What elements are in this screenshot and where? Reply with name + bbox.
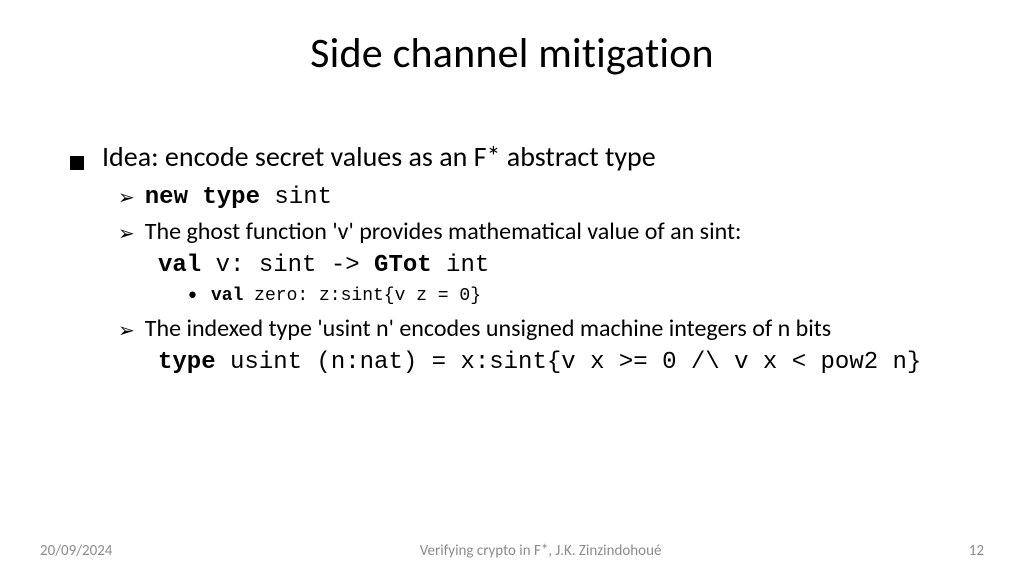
bullet-level-2: ➢ The ghost function 'v' provides mathem… <box>118 217 964 246</box>
code-line: val v: sint -> GTot int <box>158 252 964 279</box>
slide: Side channel mitigation Idea: encode sec… <box>0 0 1024 576</box>
footer-page-number: 12 <box>969 542 984 560</box>
bullet-text: The indexed type 'usint n' encodes unsig… <box>145 314 831 343</box>
slide-title: Side channel mitigation <box>60 28 964 79</box>
bullet-level-2: ➢ The indexed type 'usint n' encodes uns… <box>118 314 964 343</box>
bullet-text: Idea: encode secret values as an F* abst… <box>102 139 656 174</box>
bullet-level-4: • val zero: z:sint{v z = 0} <box>188 283 964 306</box>
arrow-right-icon: ➢ <box>118 318 135 343</box>
slide-content: Idea: encode secret values as an F* abst… <box>60 139 964 376</box>
slide-footer: 20/09/2024 Verifying crypto in F*, J.K. … <box>0 542 1024 560</box>
square-bullet-icon <box>70 156 84 170</box>
code-line: val zero: z:sint{v z = 0} <box>211 286 481 306</box>
code-line: type usint (n:nat) = x:sint{v x >= 0 /\ … <box>158 349 964 376</box>
arrow-right-icon: ➢ <box>118 221 135 246</box>
bullet-text: The ghost function 'v' provides mathemat… <box>145 217 742 246</box>
bullet-level-2: ➢ new type sint <box>118 184 964 211</box>
footer-date: 20/09/2024 <box>40 542 112 560</box>
dot-bullet-icon: • <box>188 283 197 305</box>
code-line: new type sint <box>145 184 332 211</box>
bullet-level-1: Idea: encode secret values as an F* abst… <box>70 139 964 174</box>
footer-center: Verifying crypto in F*, J.K. Zinzindohou… <box>112 542 968 560</box>
arrow-right-icon: ➢ <box>118 185 135 210</box>
